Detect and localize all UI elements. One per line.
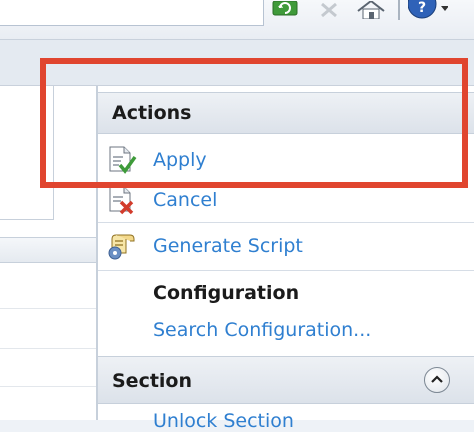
configuration-title: Configuration xyxy=(153,282,300,304)
help-icon: ? xyxy=(408,0,448,19)
actions-pane: Actions Apply Cancel Generate Script Con… xyxy=(98,86,474,432)
toolbar: ? xyxy=(0,0,474,40)
apply-link[interactable]: Apply xyxy=(153,149,207,171)
actions-title: Actions xyxy=(112,102,192,124)
collapse-section-button[interactable] xyxy=(424,367,450,393)
list-row-divider xyxy=(0,348,96,349)
stop-icon xyxy=(321,2,337,18)
search-configuration-link[interactable]: Search Configuration... xyxy=(153,319,371,341)
actions-header: Actions xyxy=(98,92,474,134)
refresh-button[interactable] xyxy=(270,0,300,20)
section-title: Section xyxy=(112,370,193,392)
content-pane xyxy=(0,86,96,420)
help-button[interactable]: ? xyxy=(408,0,448,20)
chevron-up-icon xyxy=(431,375,443,383)
content-panel xyxy=(0,86,54,220)
toolbar-separator xyxy=(398,0,400,20)
unlock-section-link[interactable]: Unlock Section xyxy=(153,410,294,432)
home-icon xyxy=(357,1,385,19)
generate-script-action[interactable]: Generate Script xyxy=(98,228,474,264)
cancel-icon xyxy=(109,186,134,215)
address-bar[interactable] xyxy=(0,0,264,26)
svg-text:?: ? xyxy=(418,0,426,16)
apply-icon xyxy=(109,146,137,174)
list-header xyxy=(0,237,96,263)
section-header: Section xyxy=(98,356,474,404)
refresh-icon xyxy=(272,1,298,16)
stop-button[interactable] xyxy=(314,0,344,20)
home-button[interactable] xyxy=(354,0,388,20)
cancel-link[interactable]: Cancel xyxy=(153,189,217,211)
list-row-divider xyxy=(0,386,96,387)
cancel-action[interactable]: Cancel xyxy=(98,182,474,218)
actions-separator xyxy=(98,270,474,271)
generate-script-icon xyxy=(108,234,135,260)
list-row-divider xyxy=(0,308,96,309)
header-strip xyxy=(0,40,474,86)
actions-separator xyxy=(98,222,474,223)
generate-script-link[interactable]: Generate Script xyxy=(153,235,303,257)
apply-action[interactable]: Apply xyxy=(98,142,474,178)
